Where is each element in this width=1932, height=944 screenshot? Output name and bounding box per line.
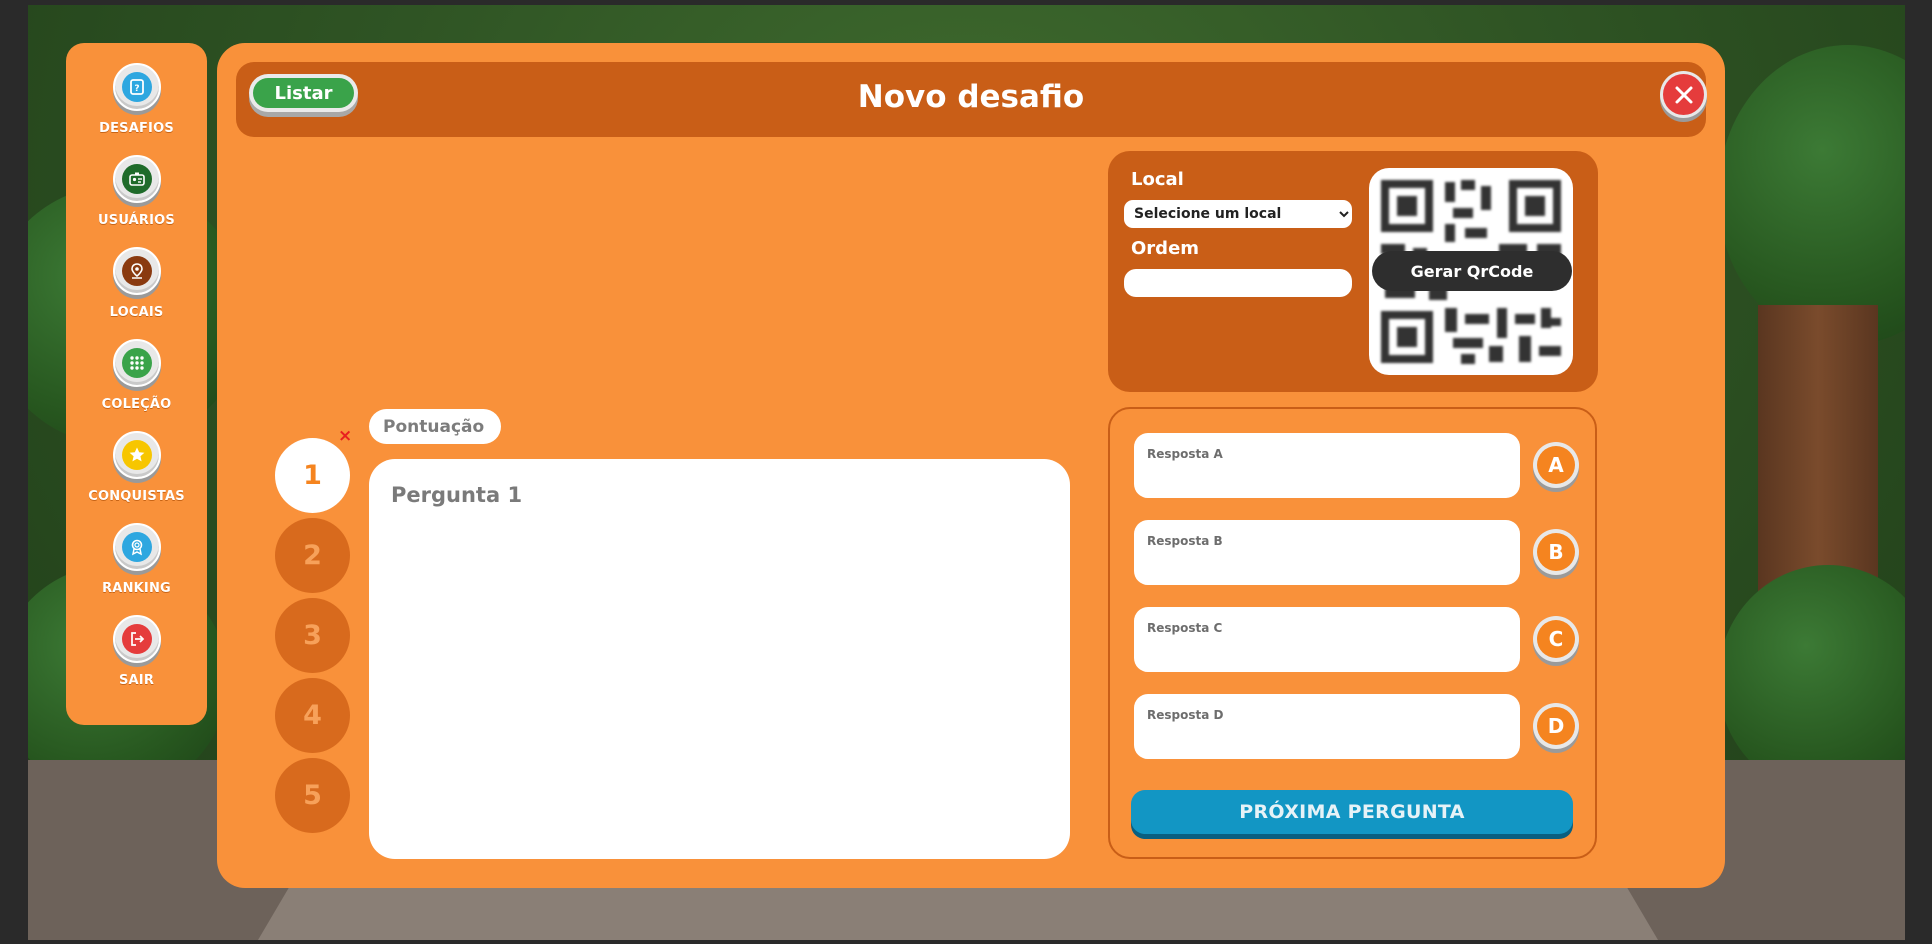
badge-icon	[121, 532, 152, 562]
user-card-icon	[121, 164, 152, 194]
modal-header: Listar Novo desafio	[236, 62, 1707, 137]
location-pin-icon	[121, 256, 152, 286]
answers-panel: Resposta A A Resposta B B Resposta C C R…	[1108, 407, 1597, 859]
sidebar-item-usuarios[interactable]: USUÁRIOS	[66, 155, 207, 228]
sidebar-item-conquistas[interactable]: CONQUISTAS	[66, 431, 207, 504]
answer-d-placeholder: Resposta D	[1147, 708, 1224, 722]
location-panel: Local Selecione um local Ordem Gerar QrC…	[1108, 151, 1598, 392]
sidebar-item-ranking[interactable]: RANKING	[66, 523, 207, 596]
question-placeholder: Pergunta 1	[391, 483, 523, 507]
question-number-5[interactable]: 5	[275, 758, 350, 833]
logout-icon	[121, 624, 152, 654]
answer-letter: A	[1537, 446, 1575, 484]
score-input[interactable]: Pontuação	[369, 409, 501, 444]
answer-letter: D	[1537, 707, 1575, 745]
answer-d-correct-button[interactable]: D	[1533, 703, 1579, 749]
answer-c-placeholder: Resposta C	[1147, 621, 1223, 635]
question-number-3[interactable]: 3	[275, 598, 350, 673]
answer-c-field[interactable]: Resposta C	[1134, 607, 1520, 672]
sidebar-item-label: LOCAIS	[109, 305, 164, 320]
answer-b-field[interactable]: Resposta B	[1134, 520, 1520, 585]
sidebar-item-label: COLEÇÃO	[101, 397, 172, 412]
sidebar-item-label: SAIR	[118, 673, 155, 688]
sidebar-item-locais[interactable]: LOCAIS	[66, 247, 207, 320]
generate-qrcode-button[interactable]: Gerar QrCode	[1372, 251, 1572, 291]
nav-button-frame	[112, 615, 161, 663]
new-challenge-modal: Listar Novo desafio Local Selecione um l…	[217, 43, 1725, 888]
nav-button-frame	[112, 523, 161, 571]
sidebar-item-label: USUÁRIOS	[98, 213, 175, 228]
grid-icon	[121, 348, 152, 378]
sidebar-item-desafios[interactable]: ? DESAFIOS	[66, 63, 207, 136]
remove-question-icon[interactable]: ×	[338, 426, 352, 446]
answer-a-placeholder: Resposta A	[1147, 447, 1223, 461]
answer-letter: C	[1537, 620, 1575, 658]
close-button[interactable]	[1660, 71, 1707, 118]
answer-b-correct-button[interactable]: B	[1533, 529, 1579, 575]
question-number-1[interactable]: 1	[275, 438, 350, 513]
score-placeholder: Pontuação	[383, 416, 485, 437]
answer-letter: B	[1537, 533, 1575, 571]
sidebar-item-colecao[interactable]: COLEÇÃO	[66, 339, 207, 412]
answer-a-correct-button[interactable]: A	[1533, 442, 1579, 488]
challenges-icon: ?	[121, 72, 152, 102]
question-number-4[interactable]: 4	[275, 678, 350, 753]
local-label: Local	[1131, 169, 1184, 190]
ordem-label: Ordem	[1131, 238, 1200, 259]
close-icon	[1663, 74, 1704, 115]
answer-c-correct-button[interactable]: C	[1533, 616, 1579, 662]
answer-d-field[interactable]: Resposta D	[1134, 694, 1520, 759]
nav-button-frame	[112, 431, 161, 479]
nav-button-frame	[112, 155, 161, 203]
local-select[interactable]: Selecione um local	[1124, 200, 1352, 228]
next-question-button[interactable]: PRÓXIMA PERGUNTA	[1131, 790, 1573, 834]
nav-button-frame	[112, 247, 161, 295]
ordem-input[interactable]	[1124, 269, 1352, 297]
question-number-2[interactable]: 2	[275, 518, 350, 593]
question-textarea[interactable]: Pergunta 1	[369, 459, 1070, 859]
sidebar-item-label: DESAFIOS	[99, 121, 174, 136]
sidebar: ? DESAFIOS USUÁRIOS LOCAIS COLEÇÃO CONQU…	[66, 43, 207, 725]
sidebar-item-label: RANKING	[102, 581, 171, 596]
nav-button-frame: ?	[112, 63, 161, 111]
answer-a-field[interactable]: Resposta A	[1134, 433, 1520, 498]
bush	[1718, 45, 1905, 345]
sidebar-item-label: CONQUISTAS	[88, 489, 185, 504]
nav-button-frame	[112, 339, 161, 387]
svg-text:?: ?	[134, 84, 139, 94]
modal-title: Novo desafio	[857, 79, 1085, 115]
answer-b-placeholder: Resposta B	[1147, 534, 1223, 548]
sidebar-item-sair[interactable]: SAIR	[66, 615, 207, 688]
star-icon	[121, 440, 152, 470]
